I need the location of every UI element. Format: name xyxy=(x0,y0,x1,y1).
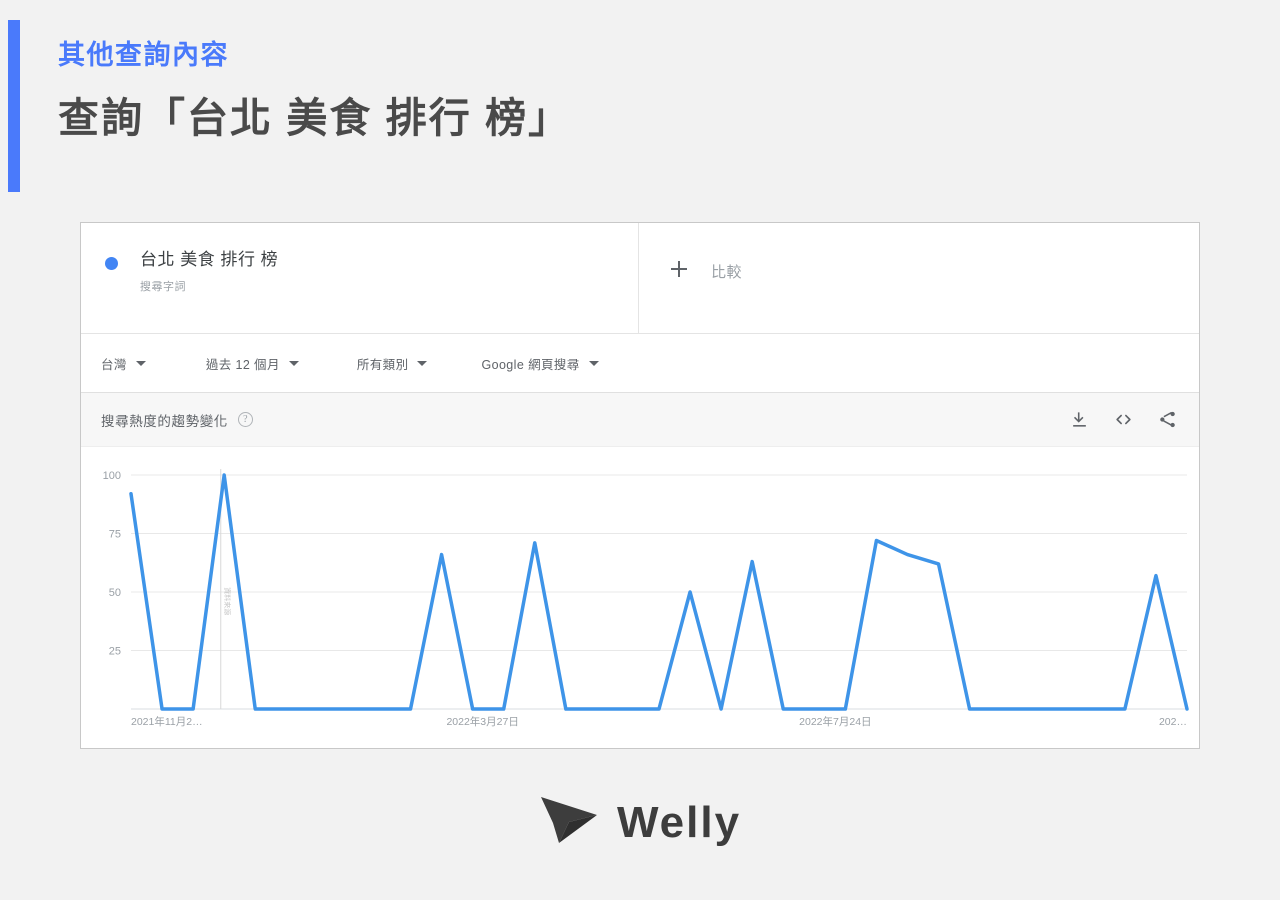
brand-name: Welly xyxy=(616,797,742,847)
chevron-down-icon xyxy=(288,360,299,366)
heading-block: 其他查詢內容 查詢「台北 美食 排行 榜」 xyxy=(8,20,908,192)
chevron-down-icon xyxy=(135,360,146,366)
filter-search-type[interactable]: Google 網頁搜尋 xyxy=(481,354,599,373)
chart-panel-header: 搜尋熱度的趨勢變化 ? xyxy=(81,393,1199,447)
svg-text:50: 50 xyxy=(109,587,121,599)
chevron-down-icon xyxy=(588,360,599,366)
slide: 其他查詢內容 查詢「台北 美食 排行 榜」 台北 美食 排行 榜 搜尋字詞 比較… xyxy=(0,0,1280,900)
filter-bar: 台灣 過去 12 個月 所有類別 Google 網頁搜尋 xyxy=(81,334,1199,393)
filter-category-label: 所有類別 xyxy=(356,357,409,372)
page-title: 查詢「台北 美食 排行 榜」 xyxy=(58,95,572,142)
trends-card: 台北 美食 排行 榜 搜尋字詞 比較 台灣 過去 12 個月 所有類別 Goog… xyxy=(80,222,1200,749)
chart-title-wrap: 搜尋熱度的趨勢變化 ? xyxy=(101,410,253,430)
share-icon[interactable] xyxy=(1158,410,1177,429)
svg-text:2021年11月2…: 2021年11月2… xyxy=(131,715,203,728)
chart-actions xyxy=(1070,410,1177,429)
filter-timerange-label: 過去 12 個月 xyxy=(205,357,280,372)
svg-text:100: 100 xyxy=(103,470,121,482)
add-comparison-button[interactable]: 比較 xyxy=(639,223,1199,333)
help-circle-icon[interactable]: ? xyxy=(237,412,253,427)
chart-title: 搜尋熱度的趨勢變化 xyxy=(101,413,228,429)
accent-bar xyxy=(8,20,20,192)
plus-icon xyxy=(671,261,687,277)
download-icon[interactable] xyxy=(1070,410,1089,429)
search-term-cell[interactable]: 台北 美食 排行 榜 搜尋字詞 xyxy=(81,223,639,333)
search-term-texts: 台北 美食 排行 榜 搜尋字詞 xyxy=(140,249,278,294)
svg-text:2022年7月24日: 2022年7月24日 xyxy=(799,715,871,728)
search-term-type: 搜尋字詞 xyxy=(140,280,186,293)
svg-text:202…: 202… xyxy=(1159,716,1187,728)
filter-category[interactable]: 所有類別 xyxy=(357,354,428,373)
heading-text: 其他查詢內容 查詢「台北 美食 排行 榜」 xyxy=(58,20,898,145)
svg-text:資料來源: 資料來源 xyxy=(223,587,232,615)
series-color-dot xyxy=(105,257,118,270)
filter-timerange[interactable]: 過去 12 個月 xyxy=(206,354,299,373)
search-term-label: 台北 美食 排行 榜 xyxy=(140,250,279,269)
brand-logo: Welly xyxy=(0,795,1280,850)
eyebrow-label: 其他查詢內容 xyxy=(58,40,229,70)
compare-label: 比較 xyxy=(711,264,743,281)
chart-plot-area: 25 50 75 100 資料來源 2021年11月2… 2022年3月27日 2022年7月… xyxy=(81,447,1199,747)
embed-code-icon[interactable] xyxy=(1113,410,1134,429)
trends-line-chart: 25 50 75 100 資料來源 2021年11月2… 2022年3月27日 2022年7月… xyxy=(103,469,1199,728)
filter-region[interactable]: 台灣 xyxy=(101,354,146,373)
svg-text:2022年3月27日: 2022年3月27日 xyxy=(446,715,518,728)
filter-search-type-label: Google 網頁搜尋 xyxy=(481,357,580,372)
filter-region-label: 台灣 xyxy=(101,357,127,372)
term-row: 台北 美食 排行 榜 搜尋字詞 比較 xyxy=(81,223,1199,334)
paper-plane-icon xyxy=(539,795,601,850)
chevron-down-icon xyxy=(417,360,428,366)
svg-text:25: 25 xyxy=(109,646,121,658)
svg-text:75: 75 xyxy=(109,529,121,541)
